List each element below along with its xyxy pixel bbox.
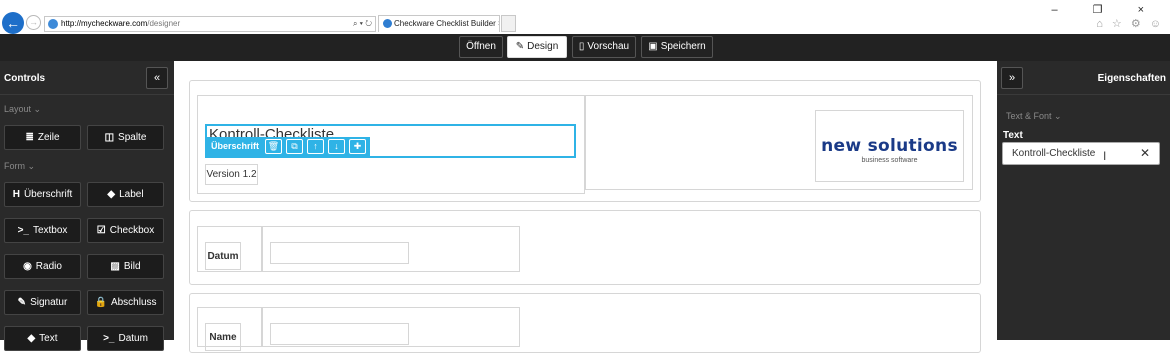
control-checkbox-button[interactable]: ☑ Checkbox (87, 218, 164, 243)
terminal-icon: >_ (17, 225, 29, 236)
delete-icon[interactable]: 🗑 (265, 139, 283, 154)
lock-icon: 🔒 (94, 297, 107, 308)
checkbox-icon: ☑ (96, 225, 106, 236)
text-field-label: Text (1003, 130, 1023, 141)
browser-toolbar-icons[interactable]: ⌂ ☆ ⚙ ☺ (1096, 17, 1164, 30)
name-label[interactable]: Name (205, 323, 241, 351)
control-ueberschrift-button[interactable]: H Überschrift (4, 182, 81, 207)
move-up-icon[interactable]: ↑ (307, 139, 325, 154)
columns-icon: ◫ (104, 132, 115, 143)
control-label: Checkbox (109, 225, 155, 236)
design-button[interactable]: ✎ Design (507, 36, 567, 58)
move-down-icon[interactable]: ↓ (328, 139, 346, 154)
control-label: Zeile (37, 132, 60, 143)
element-edit-toolbar: Überschrift 🗑 ⧉ ↑ ↓ ✚ (205, 137, 371, 156)
mobile-icon: ▯ (578, 41, 585, 52)
open-label: Öffnen (466, 41, 496, 52)
search-refresh-icons[interactable]: ⌕ ▾ ↻ (353, 17, 372, 31)
tab-title: Checkware Checklist Builder (394, 19, 496, 28)
form-section-label[interactable]: Form ⌄ (4, 161, 35, 172)
layout-section-label[interactable]: Layout ⌄ (4, 104, 41, 115)
control-bild-button[interactable]: ▨ Bild (87, 254, 164, 279)
image-icon: ▨ (110, 261, 120, 272)
controls-sidebar: Controls « Layout ⌄ ≣ Zeile ◫ Spalte Form … (0, 61, 174, 351)
tab-close-icon[interactable]: × (498, 19, 499, 28)
control-label: Bild (123, 261, 141, 272)
expand-properties-button[interactable]: » (1001, 67, 1023, 89)
sidebar-header: Controls « (0, 61, 174, 95)
control-label: Textbox (32, 225, 68, 236)
site-icon (48, 19, 58, 29)
save-label: Speichern (660, 41, 706, 52)
terminal-icon: >_ (103, 333, 115, 344)
url-path: /designer (147, 19, 181, 28)
forward-button[interactable]: → (26, 15, 41, 30)
control-datum-button[interactable]: >_ Datum (87, 326, 164, 351)
control-label: Spalte (118, 132, 147, 143)
properties-panel: » Eigenschaften Text & Font ⌄ Text Kontr… (997, 61, 1170, 340)
control-label: Signatur (30, 297, 68, 308)
control-label: Überschrift (23, 189, 73, 200)
collapse-sidebar-button[interactable]: « (146, 67, 168, 89)
properties-header: » Eigenschaften (997, 61, 1170, 95)
preview-button[interactable]: ▯ Vorschau (572, 36, 636, 58)
edit-icon: ✎ (515, 41, 525, 52)
app-toolbar: Öffnen ✎ Design ▯ Vorschau ▣ Speichern (0, 34, 1170, 61)
save-icon: ▣ (648, 41, 658, 52)
preview-label: Vorschau (587, 41, 630, 52)
control-signatur-button[interactable]: ✎ Signatur (4, 290, 81, 315)
rows-icon: ≣ (25, 132, 34, 143)
element-type-label: Überschrift (211, 141, 260, 151)
control-label-button[interactable]: ◆ Label (87, 182, 164, 207)
logo-main-text: new solutions (821, 136, 958, 156)
control-label: Datum (118, 333, 148, 344)
text-font-section-label[interactable]: Text & Font ⌄ (1006, 111, 1062, 122)
move-icon[interactable]: ✚ (349, 139, 367, 154)
control-text-button[interactable]: ◆ Text (4, 326, 81, 351)
company-logo[interactable]: new solutions business software (815, 110, 964, 182)
tag-icon: ◆ (27, 333, 36, 344)
new-tab-button[interactable] (501, 15, 516, 32)
address-bar[interactable]: http://mycheckware.com/designer ⌕ ▾ ↻ (44, 16, 376, 32)
url-host: http://mycheckware.com (61, 19, 148, 28)
text-property-input[interactable]: Kontroll-Checkliste I ✕ (1002, 142, 1160, 165)
control-label: Text (39, 333, 58, 344)
control-label: Radio (35, 261, 62, 272)
control-radio-button[interactable]: ◉ Radio (4, 254, 81, 279)
sidebar-title: Controls (4, 73, 46, 84)
open-button[interactable]: Öffnen (459, 36, 503, 58)
heading-icon: H (12, 189, 20, 200)
back-button[interactable]: ← (2, 12, 24, 34)
text-property-value: Kontroll-Checkliste (1012, 148, 1096, 159)
text-cursor-icon: I (1103, 149, 1107, 163)
browser-tab[interactable]: Checkware Checklist Builder× (378, 15, 500, 32)
clear-icon[interactable]: ✕ (1140, 143, 1150, 164)
version-label[interactable]: Version 1.2 (205, 164, 258, 185)
name-input[interactable] (270, 323, 409, 345)
control-zeile-button[interactable]: ≣ Zeile (4, 125, 81, 150)
edit-icon: ✎ (17, 297, 27, 308)
control-label: Abschluss (110, 297, 157, 308)
control-abschluss-button[interactable]: 🔒 Abschluss (87, 290, 164, 315)
control-spalte-button[interactable]: ◫ Spalte (87, 125, 164, 150)
copy-icon[interactable]: ⧉ (286, 139, 304, 154)
properties-title: Eigenschaften (1097, 73, 1166, 84)
tag-icon: ◆ (107, 189, 116, 200)
window-controls[interactable]: – ❐ × (1051, 3, 1160, 16)
logo-sub-text: business software (861, 157, 918, 164)
tab-favicon-icon (383, 19, 392, 28)
control-label: Label (119, 189, 144, 200)
browser-chrome: ← → http://mycheckware.com/designer ⌕ ▾ … (0, 0, 1170, 34)
radio-icon: ◉ (23, 261, 32, 272)
design-label: Design (527, 41, 559, 52)
control-textbox-button[interactable]: >_ Textbox (4, 218, 81, 243)
date-input[interactable] (270, 242, 409, 264)
date-label[interactable]: Datum (205, 242, 241, 270)
save-button[interactable]: ▣ Speichern (641, 36, 713, 58)
